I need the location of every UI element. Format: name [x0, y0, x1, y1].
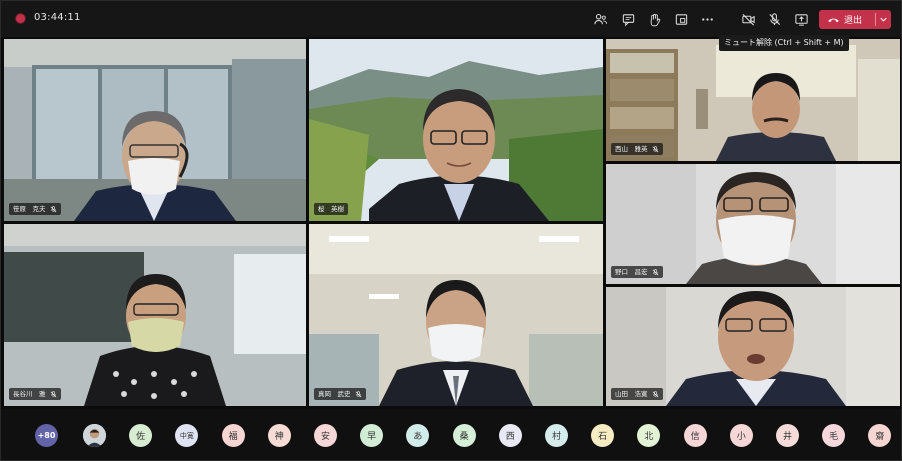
participant-name: 西山 雅英	[615, 145, 648, 153]
participant-name-tag: 西山 雅英	[611, 143, 663, 155]
participant-avatar[interactable]: 信	[683, 424, 707, 447]
participant-avatar[interactable]: あ	[406, 424, 430, 447]
mic-muted-icon	[652, 268, 658, 275]
participant-avatar[interactable]: 早	[360, 424, 384, 447]
meeting-control-bar: 03:44:11 退出	[1, 1, 901, 37]
mic-muted-icon	[652, 390, 658, 397]
video-tile[interactable]: 野口 昌宏	[606, 164, 900, 284]
overflow-count: +80	[37, 431, 56, 440]
participant-name: 桜 英樹	[318, 205, 344, 213]
participant-name: 長谷川 雅	[13, 390, 46, 398]
avatar-initials: 毛	[829, 432, 839, 442]
video-tile[interactable]: 西山 雅英	[606, 39, 900, 161]
hang-up-icon	[828, 18, 839, 23]
participant-photo-avatar[interactable]	[83, 424, 106, 447]
mic-muted-icon	[355, 390, 361, 397]
mic-muted-icon	[50, 390, 56, 397]
video-tile[interactable]: 真岡 武史	[309, 224, 603, 406]
participant-avatar[interactable]: 石	[591, 424, 615, 447]
unmute-tooltip: ミュート解除 (Ctrl + Shift + M)	[719, 35, 849, 51]
overflow-participants-button[interactable]: +80	[35, 424, 58, 447]
avatar-initials: 中寛	[179, 431, 194, 440]
participant-avatar[interactable]: 安	[314, 424, 337, 447]
participant-name: 野口 昌宏	[615, 268, 648, 276]
avatar-initials: 石	[598, 432, 608, 442]
share-screen-icon[interactable]	[791, 9, 811, 29]
participant-name-tag: 笹原 克夫	[9, 203, 61, 215]
mic-muted-icon	[50, 205, 56, 212]
participant-avatar[interactable]: 神	[267, 424, 291, 447]
participant-avatar[interactable]: 北	[637, 424, 661, 447]
avatar-initials: 井	[782, 432, 792, 442]
video-tile[interactable]: 笹原 克夫	[4, 39, 306, 221]
meeting-timer: 03:44:11	[34, 12, 81, 23]
video-tile[interactable]: 山田 浩寛	[606, 287, 900, 406]
participant-avatar[interactable]: 福	[221, 424, 245, 447]
mic-muted-icon	[652, 145, 658, 152]
avatar-initials: 村	[551, 432, 561, 442]
participant-avatar[interactable]: 佐	[129, 424, 153, 447]
participant-name-tag: 長谷川 雅	[9, 388, 61, 400]
avatar-initials: 安	[320, 432, 330, 442]
participant-name: 笹原 克夫	[13, 205, 46, 213]
teams-meeting-window: 03:44:11 退出 笹原 克夫 桜 英樹 西山 雅英 野口 昌宏 長谷川 雅…	[0, 0, 902, 461]
participant-avatar[interactable]: 西	[498, 424, 522, 447]
leave-button[interactable]: 退出	[819, 10, 891, 29]
avatar-initials: 早	[367, 432, 377, 442]
participant-name-tag: 桜 英樹	[314, 203, 348, 215]
participant-name: 真岡 武史	[318, 390, 351, 398]
participant-name-tag: 野口 昌宏	[611, 266, 663, 278]
camera-off-icon[interactable]	[738, 9, 758, 29]
participant-video	[4, 39, 306, 221]
avatar-initials: 西	[505, 432, 515, 442]
participant-avatar[interactable]: 小	[729, 424, 753, 447]
avatar-initials: あ	[413, 432, 423, 442]
avatar-initials: 信	[690, 432, 700, 442]
participant-avatar[interactable]: 毛	[822, 424, 846, 447]
chevron-down-icon[interactable]	[879, 15, 888, 24]
participant-avatar[interactable]: 桑	[452, 424, 476, 447]
leave-divider	[875, 13, 876, 26]
share-tray-icon[interactable]	[671, 9, 691, 29]
participants-icon[interactable]	[590, 9, 610, 29]
participant-video	[4, 224, 306, 406]
participant-video	[309, 39, 603, 221]
avatar-initials: 北	[644, 432, 654, 442]
avatar-initials: 福	[228, 432, 238, 442]
participant-avatar[interactable]: 村	[545, 424, 568, 447]
participant-name-tag: 山田 浩寛	[611, 388, 663, 400]
avatar-initials: 佐	[136, 432, 146, 442]
leave-label: 退出	[844, 16, 863, 26]
avatar-initials: 小	[736, 432, 746, 442]
more-options-icon[interactable]	[697, 9, 717, 29]
video-tile[interactable]: 桜 英樹	[309, 39, 603, 221]
participant-name-tag: 真岡 武史	[314, 388, 366, 400]
participant-avatar[interactable]: 中寛	[175, 424, 199, 447]
avatar-initials: 齋	[875, 432, 885, 442]
participant-roster-strip: +80 佐 中寛 福 神 安 早 あ 桑 西 村 石 北 信 小 井 毛 齋	[1, 409, 901, 460]
participant-video	[309, 224, 603, 406]
chat-icon[interactable]	[618, 9, 638, 29]
video-tile[interactable]: 長谷川 雅	[4, 224, 306, 406]
participant-name: 山田 浩寛	[615, 390, 648, 398]
raise-hand-icon[interactable]	[644, 9, 664, 29]
mic-muted-icon[interactable]	[764, 9, 784, 29]
participant-avatar[interactable]: 齋	[868, 424, 892, 447]
recording-indicator-icon	[16, 14, 25, 23]
avatar-initials: 桑	[459, 432, 469, 442]
participant-avatar[interactable]: 井	[776, 424, 799, 447]
avatar-initials: 神	[274, 432, 284, 442]
